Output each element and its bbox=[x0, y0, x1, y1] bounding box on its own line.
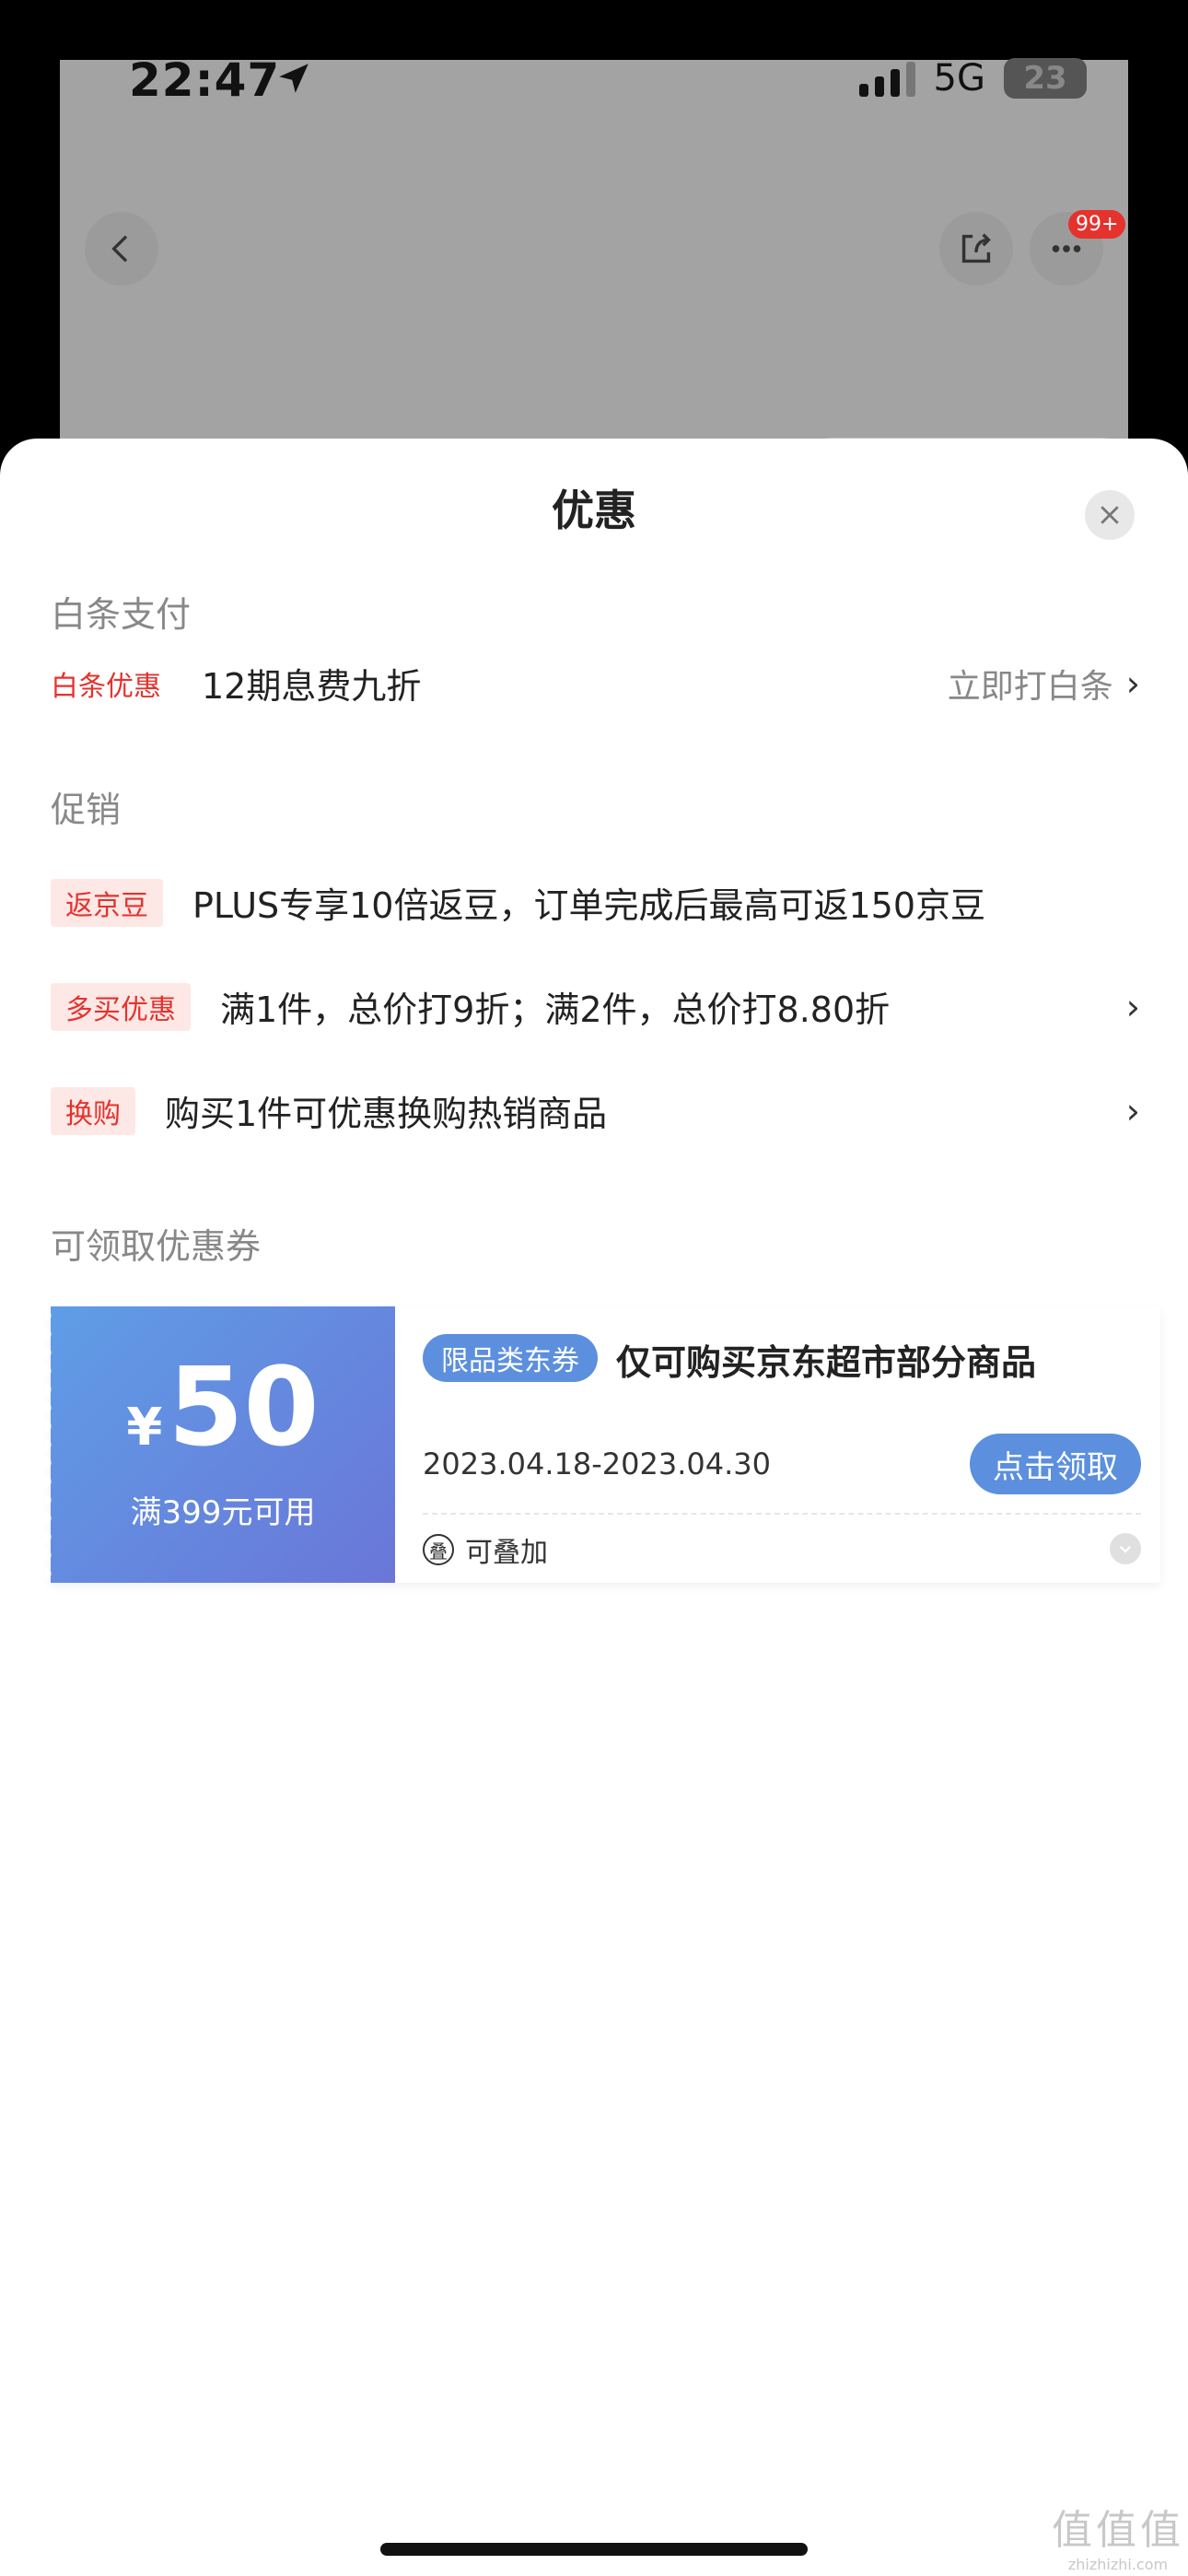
status-indicators: 5G 23 bbox=[858, 57, 1087, 100]
share-icon bbox=[961, 233, 991, 263]
coupon-divider bbox=[423, 1513, 1141, 1515]
back-button[interactable] bbox=[85, 212, 158, 286]
coupon-stackable: 叠 可叠加 bbox=[423, 1529, 548, 1570]
coupon-expand-button[interactable] bbox=[1110, 1533, 1141, 1564]
coupon-date-range: 2023.04.18-2023.04.30 bbox=[423, 1446, 771, 1481]
coupon-amount-value: 50 bbox=[168, 1343, 320, 1470]
promo-text: 购买1件可优惠换购热销商品 bbox=[165, 1094, 608, 1134]
status-time: 22:47 bbox=[129, 53, 281, 107]
baitiao-tag: 白条优惠 bbox=[51, 670, 161, 703]
chevron-right-icon: › bbox=[1125, 986, 1140, 1027]
promo-tag: 换购 bbox=[51, 1086, 135, 1135]
promo-arrow: › bbox=[1126, 1091, 1140, 1131]
network-type: 5G bbox=[933, 57, 985, 100]
promo-tag: 多买优惠 bbox=[51, 982, 191, 1031]
watermark-url: zhizhizhi.com bbox=[1067, 2556, 1169, 2573]
baitiao-action[interactable]: 立即打白条 › bbox=[948, 660, 1140, 708]
promo-arrow: › bbox=[1126, 987, 1140, 1027]
coupon-currency: ¥ bbox=[126, 1398, 163, 1458]
stack-icon: 叠 bbox=[423, 1534, 454, 1565]
message-badge: 99+ bbox=[1068, 210, 1126, 239]
coupon-details: 限品类东券 仅可购买京东超市部分商品 2023.04.18-2023.04.30… bbox=[423, 1306, 1141, 1583]
coupon-title: 仅可购买京东超市部分商品 bbox=[616, 1342, 1037, 1383]
coupon-card: ¥ 50 满399元可用 限品类东券 仅可购买京东超市部分商品 2023.04.… bbox=[45, 1306, 1160, 1583]
watermark: 值值值 zhizhizhi.com bbox=[1052, 2497, 1184, 2573]
promo-item-tradein[interactable]: 换购 购买1件可优惠换购热销商品 › bbox=[51, 1085, 1140, 1136]
watermark-logo: 值值值 bbox=[1052, 2507, 1184, 2554]
coupon-value-panel: ¥ 50 满399元可用 bbox=[45, 1306, 395, 1583]
promo-text: PLUS专享10倍返豆，订单完成后最高可返150京豆 bbox=[192, 885, 986, 926]
promotion-sheet: 优惠 白条支付 白条优惠 12期息费九折 立即打白条 › 促销 返京豆 PLUS… bbox=[0, 439, 1188, 2576]
coupon-type-tag: 限品类东券 bbox=[423, 1334, 598, 1382]
battery-icon: 23 bbox=[1004, 58, 1087, 99]
location-arrow-icon bbox=[279, 64, 309, 93]
baitiao-row[interactable]: 白条优惠 12期息费九折 立即打白条 › bbox=[51, 658, 1140, 708]
close-button[interactable] bbox=[1085, 490, 1135, 540]
chevron-right-icon: › bbox=[1125, 1090, 1140, 1131]
section-header-baitiao: 白条支付 bbox=[51, 594, 192, 635]
section-header-coupons: 可领取优惠券 bbox=[51, 1226, 262, 1267]
promo-item-multibuy[interactable]: 多买优惠 满1件，总价打9折；满2件，总价打8.80折 › bbox=[51, 981, 1140, 1032]
share-button[interactable] bbox=[939, 212, 1013, 286]
section-header-promo: 促销 bbox=[51, 790, 122, 830]
chevron-right-icon: › bbox=[1125, 662, 1140, 704]
coupon-amount: ¥ 50 bbox=[51, 1352, 395, 1461]
coupon-condition: 满399元可用 bbox=[130, 1494, 316, 1531]
claim-coupon-button[interactable]: 点击领取 bbox=[970, 1434, 1141, 1494]
promo-item-jingdou: 返京豆 PLUS专享10倍返豆，订单完成后最高可返150京豆 bbox=[51, 877, 1140, 928]
baitiao-text: 12期息费九折 bbox=[202, 666, 422, 707]
promo-tag: 返京豆 bbox=[51, 878, 163, 927]
chevron-down-icon bbox=[1119, 1545, 1132, 1553]
sheet-title: 优惠 bbox=[552, 486, 636, 535]
chevron-left-icon bbox=[111, 235, 128, 263]
baitiao-action-label: 立即打白条 bbox=[947, 667, 1113, 706]
promo-text: 满1件，总价打9折；满2件，总价打8.80折 bbox=[220, 989, 891, 1030]
home-indicator[interactable] bbox=[380, 2543, 808, 2556]
cellular-signal-icon bbox=[858, 60, 915, 97]
coupon-stackable-label: 可叠加 bbox=[465, 1537, 548, 1569]
close-icon bbox=[1101, 506, 1119, 524]
